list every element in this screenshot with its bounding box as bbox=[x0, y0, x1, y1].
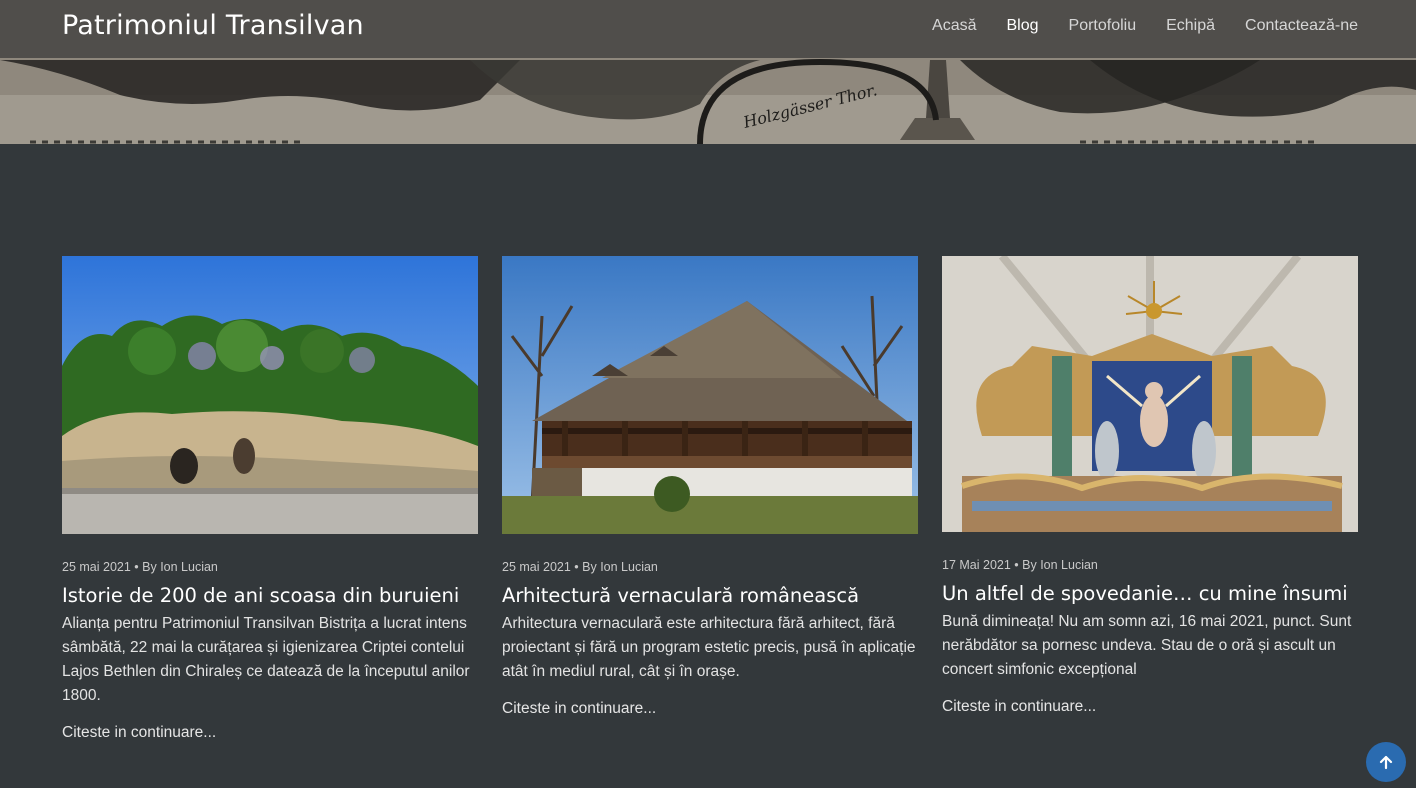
post-author[interactable]: By Ion Lucian bbox=[1022, 558, 1098, 572]
read-more-link[interactable]: Citeste in continuare... bbox=[942, 698, 1096, 716]
read-more-link[interactable]: Citeste in continuare... bbox=[502, 700, 656, 718]
post-author[interactable]: By Ion Lucian bbox=[142, 560, 218, 574]
nav-item-portofoliu[interactable]: Portofoliu bbox=[1069, 17, 1137, 35]
main-nav: Acasă Blog Portofoliu Echipă Contactează… bbox=[932, 17, 1358, 35]
nav-item-blog[interactable]: Blog bbox=[1006, 17, 1038, 35]
post-excerpt: Bună dimineața! Nu am somn azi, 16 mai 2… bbox=[942, 613, 1352, 678]
read-more-link[interactable]: Citeste in continuare... bbox=[62, 724, 216, 742]
back-to-top-button[interactable] bbox=[1366, 742, 1406, 782]
post-2-image[interactable] bbox=[502, 256, 918, 534]
post-meta: 17 Mai 2021 • By Ion Lucian bbox=[942, 558, 1098, 572]
post-1-image[interactable] bbox=[62, 256, 478, 534]
post-excerpt: Alianța pentru Patrimoniul Transilvan Bi… bbox=[62, 615, 470, 704]
post-meta: 25 mai 2021 • By Ion Lucian bbox=[502, 560, 658, 574]
post-excerpt: Arhitectura vernaculară este arhitectura… bbox=[502, 615, 916, 680]
arrow-up-icon bbox=[1379, 755, 1393, 770]
post-3-image[interactable] bbox=[942, 256, 1358, 532]
post-date: 25 mai 2021 bbox=[62, 560, 131, 574]
top-navbar: Patrimoniul Transilvan Acasă Blog Portof… bbox=[0, 0, 1416, 58]
post-card: 17 Mai 2021 • By Ion Lucian Un altfel de… bbox=[942, 256, 1358, 716]
post-author[interactable]: By Ion Lucian bbox=[582, 560, 658, 574]
nav-item-acasa[interactable]: Acasă bbox=[932, 17, 976, 35]
site-brand[interactable]: Patrimoniul Transilvan bbox=[62, 10, 364, 41]
post-card: 25 mai 2021 • By Ion Lucian Istorie de 2… bbox=[62, 256, 478, 742]
post-date: 25 mai 2021 bbox=[502, 560, 571, 574]
nav-item-contact[interactable]: Contactează-ne bbox=[1245, 17, 1358, 35]
nav-item-echipa[interactable]: Echipă bbox=[1166, 17, 1215, 35]
post-title[interactable]: Arhitectură vernaculară românească bbox=[502, 584, 918, 607]
post-title[interactable]: Istorie de 200 de ani scoasa din buruien… bbox=[62, 584, 478, 607]
post-date: 17 Mai 2021 bbox=[942, 558, 1011, 572]
post-card: 25 mai 2021 • By Ion Lucian Arhitectură … bbox=[502, 256, 918, 718]
post-meta: 25 mai 2021 • By Ion Lucian bbox=[62, 560, 218, 574]
post-title[interactable]: Un altfel de spovedanie… cu mine însumi bbox=[942, 582, 1358, 605]
